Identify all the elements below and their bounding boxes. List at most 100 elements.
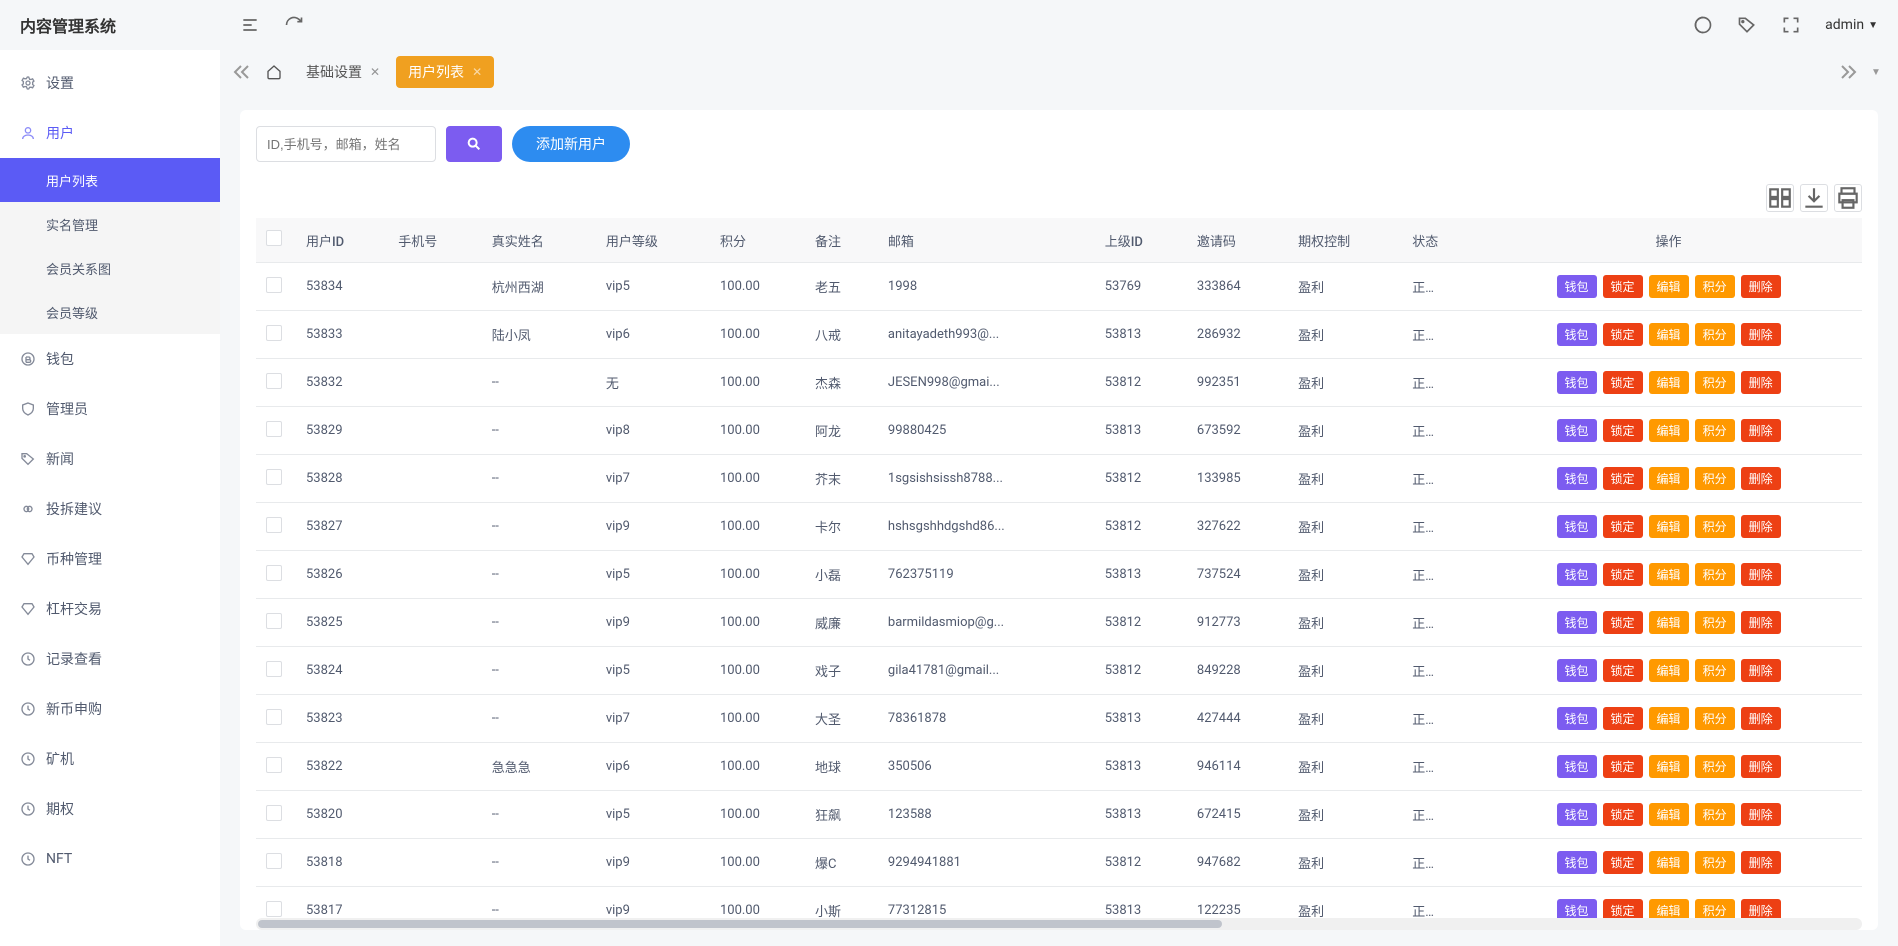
edit-button[interactable]: 编辑 bbox=[1649, 707, 1689, 730]
delete-button[interactable]: 删除 bbox=[1741, 755, 1781, 778]
delete-button[interactable]: 删除 bbox=[1741, 371, 1781, 394]
lock-button[interactable]: 锁定 bbox=[1603, 851, 1643, 874]
lock-button[interactable]: 锁定 bbox=[1603, 467, 1643, 490]
row-checkbox[interactable] bbox=[266, 517, 282, 533]
edit-button[interactable]: 编辑 bbox=[1649, 419, 1689, 442]
edit-button[interactable]: 编辑 bbox=[1649, 659, 1689, 682]
sidebar-item-settings[interactable]: 设置 bbox=[0, 58, 220, 108]
edit-button[interactable]: 编辑 bbox=[1649, 275, 1689, 298]
user-menu[interactable]: admin ▼ bbox=[1825, 17, 1878, 33]
sidebar-item-news[interactable]: 新闻 bbox=[0, 434, 220, 484]
delete-button[interactable]: 删除 bbox=[1741, 899, 1781, 918]
sidebar-item-newcoin[interactable]: 新币申购 bbox=[0, 684, 220, 734]
row-checkbox[interactable] bbox=[266, 373, 282, 389]
sidebar-item-users[interactable]: 用户 bbox=[0, 108, 220, 158]
theme-icon[interactable] bbox=[1693, 15, 1713, 35]
row-checkbox[interactable] bbox=[266, 901, 282, 917]
close-icon[interactable]: ✕ bbox=[370, 65, 380, 79]
wallet-button[interactable]: 钱包 bbox=[1557, 659, 1597, 682]
edit-button[interactable]: 编辑 bbox=[1649, 467, 1689, 490]
select-all-checkbox[interactable] bbox=[266, 230, 282, 246]
tab-userlist[interactable]: 用户列表✕ bbox=[396, 56, 494, 88]
sidebar-subitem-realname[interactable]: 实名管理 bbox=[0, 202, 220, 246]
row-checkbox[interactable] bbox=[266, 709, 282, 725]
lock-button[interactable]: 锁定 bbox=[1603, 707, 1643, 730]
delete-button[interactable]: 删除 bbox=[1741, 467, 1781, 490]
scrollbar-thumb[interactable] bbox=[258, 920, 1222, 928]
score-button[interactable]: 积分 bbox=[1695, 467, 1735, 490]
row-checkbox[interactable] bbox=[266, 325, 282, 341]
score-button[interactable]: 积分 bbox=[1695, 515, 1735, 538]
fullscreen-icon[interactable] bbox=[1781, 15, 1801, 35]
edit-button[interactable]: 编辑 bbox=[1649, 323, 1689, 346]
sidebar-item-coin[interactable]: 币种管理 bbox=[0, 534, 220, 584]
tabs-prev-icon[interactable] bbox=[230, 60, 254, 84]
lock-button[interactable]: 锁定 bbox=[1603, 371, 1643, 394]
tag-icon[interactable] bbox=[1737, 15, 1757, 35]
lock-button[interactable]: 锁定 bbox=[1603, 515, 1643, 538]
columns-icon[interactable] bbox=[1766, 184, 1794, 212]
sidebar-item-suggest[interactable]: 投拆建议 bbox=[0, 484, 220, 534]
row-checkbox[interactable] bbox=[266, 805, 282, 821]
delete-button[interactable]: 删除 bbox=[1741, 659, 1781, 682]
score-button[interactable]: 积分 bbox=[1695, 371, 1735, 394]
print-icon[interactable] bbox=[1834, 184, 1862, 212]
lock-button[interactable]: 锁定 bbox=[1603, 755, 1643, 778]
row-checkbox[interactable] bbox=[266, 757, 282, 773]
delete-button[interactable]: 删除 bbox=[1741, 563, 1781, 586]
sidebar-subitem-relations[interactable]: 会员关系图 bbox=[0, 246, 220, 290]
edit-button[interactable]: 编辑 bbox=[1649, 755, 1689, 778]
score-button[interactable]: 积分 bbox=[1695, 611, 1735, 634]
edit-button[interactable]: 编辑 bbox=[1649, 611, 1689, 634]
horizontal-scrollbar[interactable] bbox=[256, 918, 1862, 930]
wallet-button[interactable]: 钱包 bbox=[1557, 467, 1597, 490]
score-button[interactable]: 积分 bbox=[1695, 659, 1735, 682]
close-icon[interactable]: ✕ bbox=[472, 65, 482, 79]
refresh-icon[interactable] bbox=[284, 15, 304, 35]
sidebar-item-nft[interactable]: NFT bbox=[0, 834, 220, 884]
sidebar-item-records[interactable]: 记录查看 bbox=[0, 634, 220, 684]
row-checkbox[interactable] bbox=[266, 421, 282, 437]
delete-button[interactable]: 删除 bbox=[1741, 851, 1781, 874]
lock-button[interactable]: 锁定 bbox=[1603, 611, 1643, 634]
wallet-button[interactable]: 钱包 bbox=[1557, 803, 1597, 826]
sidebar-subitem-levels[interactable]: 会员等级 bbox=[0, 290, 220, 334]
delete-button[interactable]: 删除 bbox=[1741, 611, 1781, 634]
lock-button[interactable]: 锁定 bbox=[1603, 803, 1643, 826]
row-checkbox[interactable] bbox=[266, 613, 282, 629]
score-button[interactable]: 积分 bbox=[1695, 803, 1735, 826]
wallet-button[interactable]: 钱包 bbox=[1557, 563, 1597, 586]
search-input[interactable] bbox=[256, 126, 436, 162]
wallet-button[interactable]: 钱包 bbox=[1557, 419, 1597, 442]
delete-button[interactable]: 删除 bbox=[1741, 275, 1781, 298]
edit-button[interactable]: 编辑 bbox=[1649, 515, 1689, 538]
score-button[interactable]: 积分 bbox=[1695, 275, 1735, 298]
tabs-dropdown-icon[interactable]: ▼ bbox=[1864, 60, 1888, 84]
sidebar-item-admin[interactable]: 管理员 bbox=[0, 384, 220, 434]
sidebar-item-wallet[interactable]: 钱包 bbox=[0, 334, 220, 384]
score-button[interactable]: 积分 bbox=[1695, 419, 1735, 442]
menu-toggle-icon[interactable] bbox=[240, 15, 260, 35]
edit-button[interactable]: 编辑 bbox=[1649, 563, 1689, 586]
score-button[interactable]: 积分 bbox=[1695, 755, 1735, 778]
delete-button[interactable]: 删除 bbox=[1741, 419, 1781, 442]
delete-button[interactable]: 删除 bbox=[1741, 707, 1781, 730]
wallet-button[interactable]: 钱包 bbox=[1557, 707, 1597, 730]
wallet-button[interactable]: 钱包 bbox=[1557, 323, 1597, 346]
wallet-button[interactable]: 钱包 bbox=[1557, 611, 1597, 634]
score-button[interactable]: 积分 bbox=[1695, 563, 1735, 586]
wallet-button[interactable]: 钱包 bbox=[1557, 275, 1597, 298]
delete-button[interactable]: 删除 bbox=[1741, 803, 1781, 826]
row-checkbox[interactable] bbox=[266, 469, 282, 485]
score-button[interactable]: 积分 bbox=[1695, 323, 1735, 346]
sidebar-item-miner[interactable]: 矿机 bbox=[0, 734, 220, 784]
delete-button[interactable]: 删除 bbox=[1741, 515, 1781, 538]
wallet-button[interactable]: 钱包 bbox=[1557, 899, 1597, 918]
delete-button[interactable]: 删除 bbox=[1741, 323, 1781, 346]
add-user-button[interactable]: 添加新用户 bbox=[512, 126, 630, 162]
tab-base[interactable]: 基础设置✕ bbox=[294, 56, 392, 88]
score-button[interactable]: 积分 bbox=[1695, 851, 1735, 874]
lock-button[interactable]: 锁定 bbox=[1603, 899, 1643, 918]
edit-button[interactable]: 编辑 bbox=[1649, 899, 1689, 918]
tab-home[interactable] bbox=[258, 56, 290, 88]
